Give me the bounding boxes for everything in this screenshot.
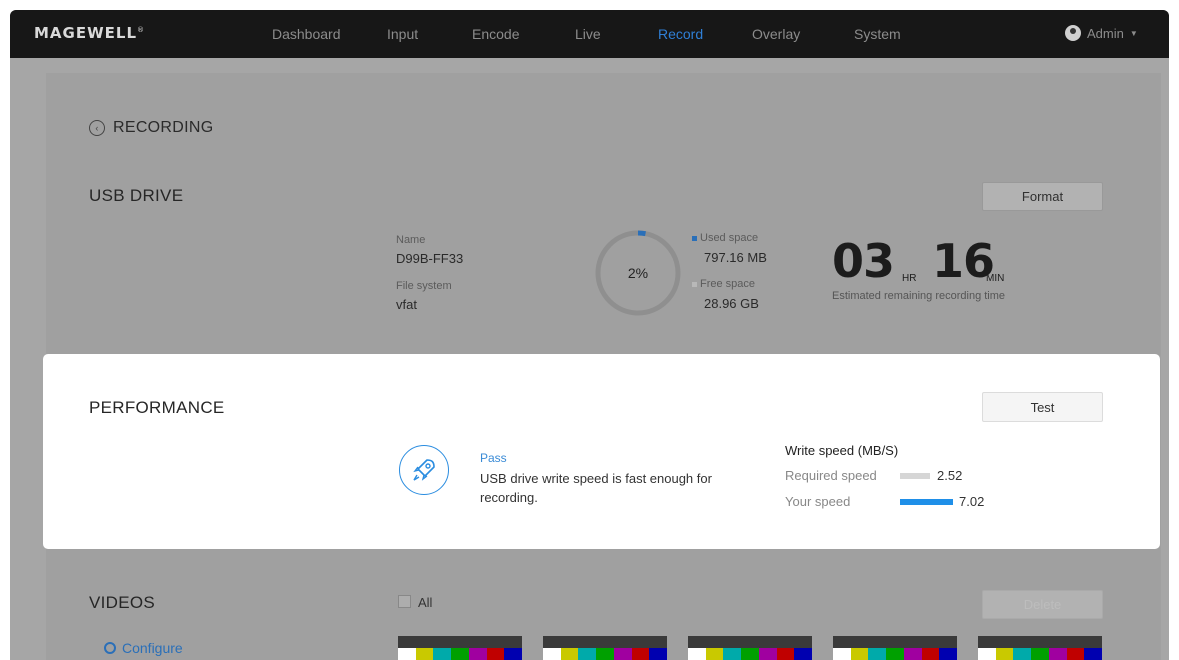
video-thumbnail[interactable] — [543, 636, 667, 660]
free-legend-swatch — [692, 281, 697, 287]
hours-unit: HR — [902, 273, 917, 284]
nav-record[interactable]: Record — [658, 26, 703, 42]
video-thumbnail[interactable] — [833, 636, 957, 660]
brand-logo[interactable]: MAGEWELL® — [34, 24, 145, 42]
usage-percent-label: 2% — [628, 265, 648, 281]
minutes-unit: MIN — [986, 273, 1005, 284]
nav-system[interactable]: System — [854, 26, 901, 42]
your-speed-value: 7.02 — [959, 494, 985, 509]
remaining-time-caption: Estimated remaining recording time — [832, 290, 1006, 302]
your-speed-bar — [900, 499, 953, 505]
rocket-icon — [399, 445, 449, 495]
recording-title: RECORDING — [113, 119, 214, 136]
write-speed-title: Write speed (MB/S) — [785, 443, 899, 458]
free-space-value: 28.96 GB — [704, 296, 759, 311]
back-to-recording[interactable]: ‹ RECORDING — [89, 119, 213, 137]
configure-label: Configure — [122, 640, 183, 656]
user-menu[interactable]: Admin ▼ — [1065, 25, 1138, 41]
select-all-checkbox[interactable] — [398, 595, 411, 608]
chevron-left-circle-icon: ‹ — [89, 120, 105, 136]
nav-dashboard[interactable]: Dashboard — [272, 26, 341, 42]
nav-encode[interactable]: Encode — [472, 26, 519, 42]
test-message: USB drive write speed is fast enough for… — [480, 471, 712, 505]
drive-name: D99B-FF33 — [396, 251, 464, 266]
chevron-down-icon: ▼ — [1129, 28, 1138, 38]
required-speed-value: 2.52 — [937, 468, 963, 483]
video-thumbnail[interactable] — [398, 636, 522, 660]
nav-input[interactable]: Input — [387, 26, 418, 42]
video-thumbnail[interactable] — [978, 636, 1102, 660]
nav-overlay[interactable]: Overlay — [752, 26, 800, 42]
format-button[interactable]: Format — [982, 182, 1103, 211]
usage-donut-chart: 2% — [593, 228, 683, 318]
test-button[interactable]: Test — [982, 392, 1103, 422]
performance-card: PERFORMANCE Test Pass USB drive write sp… — [43, 354, 1160, 549]
remaining-minutes: 16 — [932, 234, 995, 288]
required-speed-label: Required speed — [785, 468, 877, 483]
select-all-label[interactable]: All — [418, 595, 432, 610]
test-status: Pass — [480, 451, 507, 465]
nav-live[interactable]: Live — [575, 26, 601, 42]
free-space-legend: Free space — [692, 278, 755, 290]
user-name: Admin — [1087, 25, 1124, 41]
delete-button[interactable]: Delete — [982, 590, 1103, 619]
videos-title: VIDEOS — [89, 593, 156, 612]
file-system-label: File system — [396, 280, 452, 292]
performance-title: PERFORMANCE — [89, 398, 225, 417]
used-legend-swatch — [692, 235, 697, 241]
app-window: MAGEWELL® Dashboard Input Encode Live Re… — [10, 10, 1169, 660]
user-avatar-icon — [1065, 25, 1081, 41]
your-speed-label: Your speed — [785, 494, 851, 509]
remaining-hours: 03 — [832, 234, 895, 288]
video-thumbnail[interactable] — [688, 636, 812, 660]
top-navigation-bar: MAGEWELL® Dashboard Input Encode Live Re… — [10, 10, 1169, 58]
gear-icon — [104, 642, 116, 654]
required-speed-bar — [900, 473, 930, 479]
file-system-value: vfat — [396, 297, 417, 312]
used-space-legend: Used space — [692, 232, 758, 244]
used-space-value: 797.16 MB — [704, 250, 767, 265]
usb-drive-title: USB DRIVE — [89, 186, 184, 205]
name-label: Name — [396, 234, 426, 246]
configure-link[interactable]: Configure — [104, 640, 183, 656]
